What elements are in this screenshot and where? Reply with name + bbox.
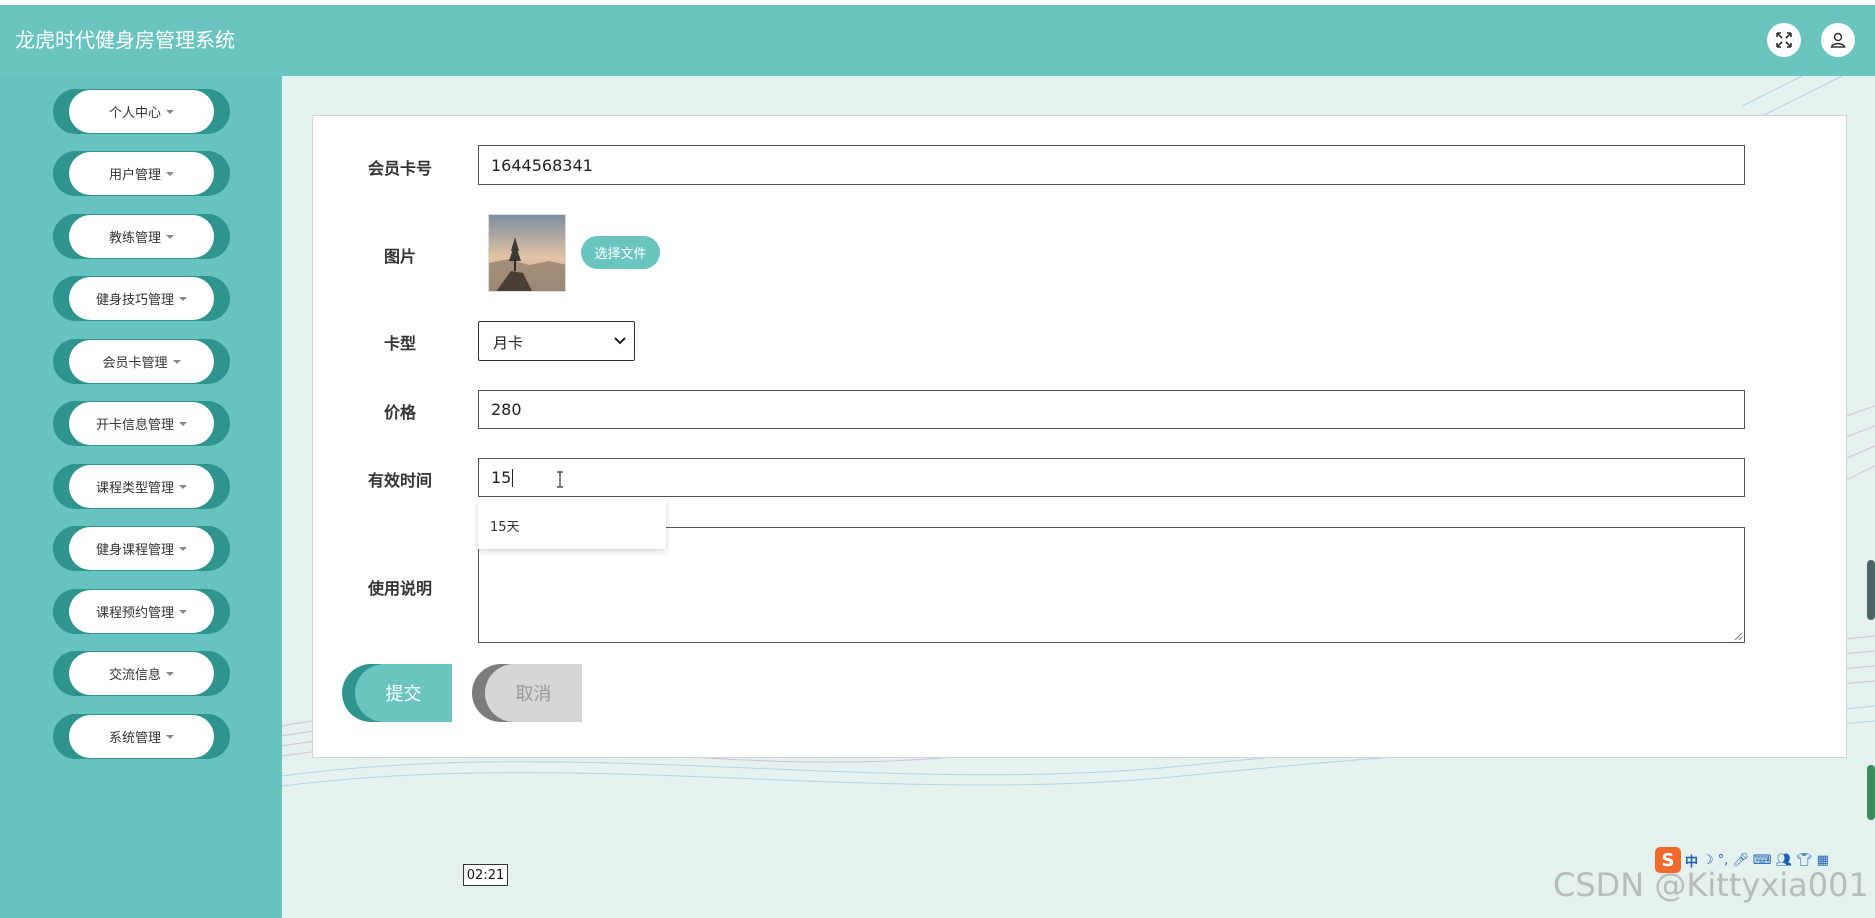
expand-icon [1776,32,1792,48]
cancel-button-label: 取消 [485,664,582,722]
sidebar-item-personal-center[interactable]: 个人中心 [53,89,230,134]
card-type-select[interactable]: 月卡 [478,321,635,361]
text-cursor-icon [557,471,563,488]
sidebar: 个人中心 用户管理 教练管理 健身技巧管理 会员卡管理 开卡信息管理 课程类型管… [0,76,282,918]
caret-down-icon [179,421,187,426]
caret-down-icon [166,234,174,239]
sidebar-item-fitness-tips[interactable]: 健身技巧管理 [53,276,230,321]
form-card [312,115,1847,758]
sidebar-item-course-booking[interactable]: 课程预约管理 [53,589,230,634]
caret-down-icon [166,171,174,176]
image-label: 图片 [383,247,416,266]
watermark: CSDN @Kittyxia001 [1553,866,1869,904]
autocomplete-dropdown[interactable]: 15天 [478,500,666,549]
sidebar-item-label: 会员卡管理 [102,356,168,371]
sidebar-item-course-types[interactable]: 课程类型管理 [53,464,230,509]
usage-textarea[interactable] [478,527,1745,643]
submit-button-label: 提交 [355,664,452,722]
caret-down-icon [179,296,187,301]
card-no-input[interactable]: 1644568341 [478,145,1745,185]
card-no-label: 会员卡号 [367,159,432,178]
video-timestamp: 02:21 [463,864,508,886]
validity-label: 有效时间 [367,471,432,490]
sidebar-item-label: 健身课程管理 [95,543,174,558]
price-input[interactable]: 280 [478,390,1745,429]
caret-down-icon [172,359,181,364]
price-label: 价格 [383,403,416,422]
fullscreen-button[interactable] [1767,23,1801,57]
caret-down-icon [166,671,174,676]
sidebar-item-member-cards[interactable]: 会员卡管理 [53,339,230,384]
landscape-image [489,215,565,291]
sidebar-item-label: 课程类型管理 [95,481,174,496]
sidebar-item-coaches[interactable]: 教练管理 [53,214,230,259]
caret-down-icon [179,609,187,614]
sidebar-item-label: 教练管理 [108,231,161,246]
text-caret [512,468,514,487]
top-bar: 龙虎时代健身房管理系统 [0,5,1875,76]
scrollbar-thumb[interactable] [1867,560,1875,620]
sidebar-item-card-opening[interactable]: 开卡信息管理 [53,401,230,446]
sidebar-item-label: 用户管理 [108,168,161,183]
sidebar-item-users[interactable]: 用户管理 [53,151,230,196]
caret-down-icon [179,484,187,489]
sidebar-item-label: 健身技巧管理 [95,293,174,308]
sidebar-item-system[interactable]: 系统管理 [53,714,230,759]
autocomplete-option[interactable]: 15天 [490,516,520,535]
cancel-button[interactable]: 取消 [472,664,582,722]
card-type-label: 卡型 [383,334,416,353]
submit-button[interactable]: 提交 [342,664,452,722]
sidebar-item-label: 个人中心 [108,106,161,121]
app-title: 龙虎时代健身房管理系统 [15,28,235,52]
user-icon [1830,32,1846,48]
card-type-selected-value: 月卡 [493,334,524,352]
sidebar-item-label: 课程预约管理 [95,606,174,621]
sidebar-item-label: 系统管理 [108,731,161,746]
validity-input[interactable]: 15 [478,458,1745,497]
validity-value: 15 [491,468,512,487]
image-thumbnail [488,214,566,292]
scrollbar-thumb-secondary[interactable] [1867,765,1875,820]
caret-down-icon [166,734,174,739]
sidebar-item-fitness-courses[interactable]: 健身课程管理 [53,526,230,571]
caret-down-icon [179,546,187,551]
user-menu-button[interactable] [1821,23,1855,57]
caret-down-icon [166,109,174,114]
sidebar-item-label: 交流信息 [108,668,161,683]
usage-label: 使用说明 [367,579,432,598]
sidebar-item-messages[interactable]: 交流信息 [53,651,230,696]
resize-handle-icon[interactable] [1733,631,1743,641]
chevron-down-icon [614,337,626,345]
sidebar-item-label: 开卡信息管理 [95,418,174,433]
choose-file-button[interactable]: 选择文件 [581,236,660,269]
